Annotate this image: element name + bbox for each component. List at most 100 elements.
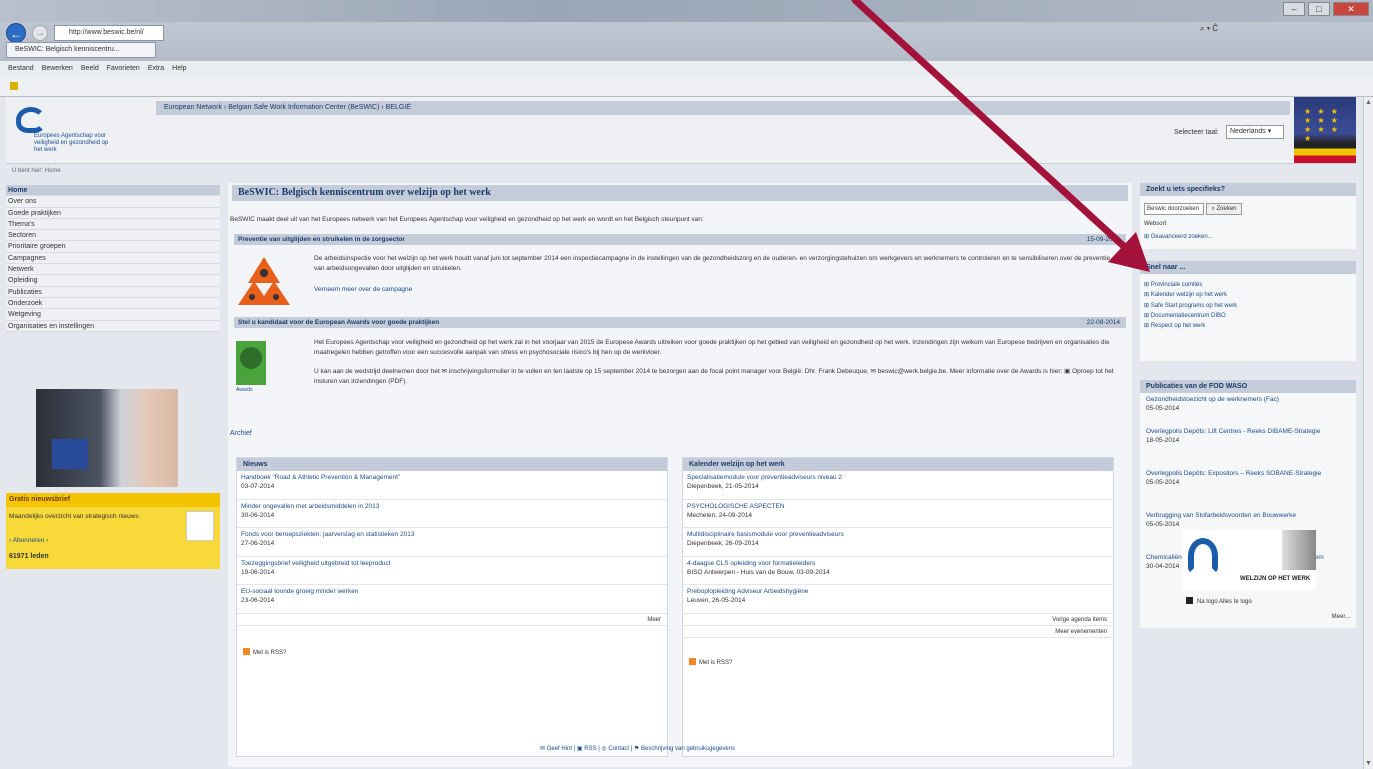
news-rss-link[interactable]: Met is RSS?	[243, 648, 286, 656]
osha-logo[interactable]: Europees Agentschap voor veiligheid en g…	[10, 101, 150, 161]
advanced-search-link[interactable]: ⊞ Geavanceerd zoeken...	[1144, 233, 1213, 240]
search-web-label[interactable]: Websort	[1144, 221, 1166, 227]
quick-link[interactable]: ⊞ Documentatiecentrum DIBO	[1140, 311, 1356, 321]
campaign-more-link[interactable]: Verneem meer over de campagne	[314, 286, 412, 293]
newsletter-subscribe-link[interactable]: › Abonneren ‹	[9, 537, 48, 544]
publication-title[interactable]: Verbrugging van Stofarbeidsvoorden en Bo…	[1146, 511, 1350, 520]
news-item-title[interactable]: Minder ongevallen met arbeidsmiddelen in…	[241, 502, 663, 511]
quick-link[interactable]: ⊞ Respect op het werk	[1140, 321, 1356, 331]
quick-link[interactable]: ⊞ Kalender welzijn op het werk	[1140, 290, 1356, 300]
nav-item-themas[interactable]: Thema's	[6, 219, 220, 231]
menu-bestand[interactable]: Bestand	[8, 61, 34, 77]
news-item[interactable]: Toezeggingsbrief veiligheid uitgebreid t…	[237, 557, 667, 585]
close-button[interactable]: ✕	[1333, 2, 1369, 16]
publication-item[interactable]: Overlegpolis Depôts: Expositors – Reeks …	[1140, 467, 1356, 509]
news-item-title[interactable]: Handboek "Road & Athletic Prevention & M…	[241, 473, 663, 482]
favorites-icon[interactable]	[10, 82, 18, 90]
news-item[interactable]: Handboek "Road & Athletic Prevention & M…	[237, 471, 667, 500]
nav-item-netwerk[interactable]: Netwerk	[6, 264, 220, 276]
newsletter-title: Gratis nieuwsbrief	[6, 493, 220, 507]
archive-link[interactable]: Archief	[230, 430, 252, 437]
tab-beswic[interactable]: BeSWIC: Belgisch kenniscentru...	[6, 42, 156, 58]
calendar-previous-link[interactable]: Vorige agenda items	[683, 614, 1113, 626]
news-item-title[interactable]: Toezeggingsbrief veiligheid uitgebreid t…	[241, 559, 663, 568]
scroll-down-icon[interactable]: ▼	[1365, 760, 1372, 767]
nav-item-over-ons[interactable]: Over ons	[6, 196, 220, 208]
footer-links[interactable]: ✉ Geef Hint | ▣ RSS | ◎ Contact | ⚑ Besc…	[540, 745, 735, 752]
nav-item-campagnes[interactable]: Campagnes	[6, 253, 220, 265]
menu-bewerken[interactable]: Bewerken	[42, 61, 73, 77]
nav-item-prioritaire-groepen[interactable]: Prioritaire groepen	[6, 241, 220, 253]
news-item[interactable]: Minder ongevallen met arbeidsmiddelen in…	[237, 500, 667, 528]
calendar-item-title[interactable]: Multidisciplinaire basismodule voor prev…	[687, 530, 1109, 539]
calendar-rss-link[interactable]: Met is RSS?	[689, 658, 732, 666]
award-label[interactable]: Awards	[236, 387, 253, 393]
rss-label[interactable]: Met is RSS?	[699, 660, 732, 666]
newsletter-icon[interactable]	[186, 511, 214, 541]
calendar-item[interactable]: Specialisatiemodule voor preventieadvise…	[683, 471, 1113, 500]
nav-item-organisaties[interactable]: Organisaties en instellingen	[6, 321, 220, 332]
award-icon[interactable]	[236, 341, 266, 385]
scroll-up-icon[interactable]: ▲	[1365, 99, 1372, 106]
news-box: Nieuws Handboek "Road & Athletic Prevent…	[236, 457, 668, 757]
award-badge	[240, 347, 262, 369]
section-header-1[interactable]: Preventie van uitglijden en struikelen i…	[234, 234, 1126, 245]
nav-item-sectoren[interactable]: Sectoren	[6, 230, 220, 242]
calendar-more-link[interactable]: Meer evenementen	[683, 626, 1113, 638]
calendar-item-title[interactable]: PSYCHOLOGISCHE ASPECTEN	[687, 502, 1109, 511]
news-more-link[interactable]: Meer	[237, 614, 667, 626]
news-item-date: 27-06-2014	[241, 540, 275, 547]
search-button[interactable]: ⌕ Zoeken	[1206, 203, 1242, 215]
calendar-item[interactable]: 4-daagse CLS opleiding voor formatieleid…	[683, 557, 1113, 585]
welzijn-op-het-werk-logo[interactable]: WELZIJN OP HET WERK	[1182, 530, 1316, 590]
publication-title[interactable]: Overlegpolis Depôts: Expositors – Reeks …	[1146, 469, 1350, 478]
nav-item-publicaties[interactable]: Publicaties	[6, 287, 220, 298]
nav-item-home[interactable]: Home	[6, 185, 220, 197]
section-title[interactable]: Preventie van uitglijden en struikelen i…	[238, 236, 405, 243]
nav-item-onderzoek[interactable]: Onderzoek	[6, 298, 220, 310]
quick-link[interactable]: ⊞ Provinciale comités	[1140, 280, 1356, 290]
menu-beeld[interactable]: Beeld	[81, 61, 99, 77]
publication-title[interactable]: Overlegpolis Depôts: Lift Centres - Reek…	[1146, 427, 1350, 436]
back-arrow-icon[interactable]: ←	[6, 23, 26, 43]
calendar-item[interactable]: Multidisciplinaire basismodule voor prev…	[683, 528, 1113, 557]
newsletter-box: Gratis nieuwsbrief Maandelijks overzicht…	[6, 493, 220, 569]
campaign-banner-image[interactable]	[36, 389, 178, 487]
calendar-item-title[interactable]: Specialisatiemodule voor preventieadvise…	[687, 473, 1109, 482]
calendar-item-title[interactable]: Preboplopleiding Adviseur Arbeidshygiëne	[687, 587, 1109, 596]
news-item-date: 23-06-2014	[241, 597, 275, 604]
publications-more-link[interactable]: Meer...	[1332, 614, 1350, 620]
search-input[interactable]: Beswic doorzoeken	[1144, 203, 1204, 215]
news-item[interactable]: Fonds voor beroepsziekten: jaarverslag e…	[237, 528, 667, 557]
forward-arrow-icon[interactable]: →	[32, 25, 48, 41]
address-bar[interactable]: http://www.beswic.be/nl/	[54, 25, 164, 41]
calendar-item-title[interactable]: 4-daagse CLS opleiding voor formatieleid…	[687, 559, 1109, 568]
news-item-title[interactable]: EU-sociaal toonde groeig minder werken	[241, 587, 663, 596]
menu-extra[interactable]: Extra	[148, 61, 164, 77]
section-title[interactable]: Stel u kandidaat voor de European Awards…	[238, 319, 439, 326]
logo-link-label[interactable]: Na logo Alles te logo	[1197, 599, 1252, 605]
favorites-bar	[0, 77, 1373, 97]
address-tools[interactable]: ⌕ ▾ Ĉ	[1200, 24, 1218, 34]
language-select[interactable]: Nederlands ▾	[1226, 125, 1284, 139]
publication-item[interactable]: Overlegpolis Depôts: Lift Centres - Reek…	[1140, 425, 1356, 467]
calendar-item[interactable]: PSYCHOLOGISCHE ASPECTEN Mechelen, 24-09-2…	[683, 500, 1113, 528]
header-bar: European Network › Belgian Safe Work Inf…	[156, 101, 1290, 115]
news-item[interactable]: EU-sociaal toonde groeig minder werken 23…	[237, 585, 667, 614]
rss-label[interactable]: Met is RSS?	[253, 650, 286, 656]
publication-title[interactable]: Gezondheidstoezicht op de werknemers (Fa…	[1146, 395, 1350, 404]
nav-item-wetgeving[interactable]: Wetgeving	[6, 309, 220, 321]
logo-download-link[interactable]: Na logo Alles te logo	[1186, 597, 1252, 605]
quick-link[interactable]: ⊞ Safe Start programs op het werk	[1140, 301, 1356, 311]
publication-item[interactable]: Gezondheidstoezicht op de werknemers (Fa…	[1140, 393, 1356, 425]
section-header-2[interactable]: Stel u kandidaat voor de European Awards…	[234, 317, 1126, 328]
calendar-item[interactable]: Preboplopleiding Adviseur Arbeidshygiëne…	[683, 585, 1113, 614]
nav-item-opleiding[interactable]: Opleiding	[6, 275, 220, 287]
maximize-button[interactable]: □	[1308, 2, 1330, 16]
nav-item-goede-praktijken[interactable]: Goede praktijken	[6, 208, 220, 219]
menu-help[interactable]: Help	[172, 61, 186, 77]
news-item-title[interactable]: Fonds voor beroepsziekten: jaarverslag e…	[241, 530, 663, 539]
page-scrollbar[interactable]: ▲ ▼	[1363, 97, 1373, 769]
minimize-button[interactable]: –	[1283, 2, 1305, 16]
menu-favorieten[interactable]: Favorieten	[107, 61, 140, 77]
